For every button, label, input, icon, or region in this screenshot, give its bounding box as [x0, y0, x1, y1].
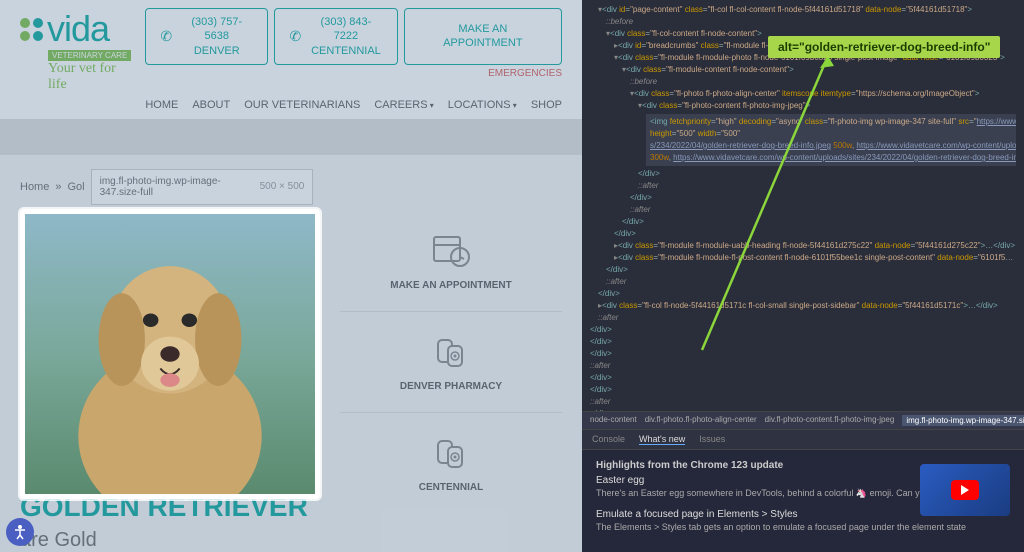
hero-band [0, 119, 582, 155]
crumb-item[interactable]: div.fl-photo.fl-photo-align-center [645, 415, 757, 426]
dom-line[interactable]: ::after [590, 360, 1016, 372]
dom-breadcrumb[interactable]: node-content div.fl-photo.fl-photo-align… [582, 411, 1024, 429]
main-nav: HOME ABOUT OUR VETERINARIANS CAREERS LOC… [145, 99, 562, 111]
crumb-item[interactable]: div.fl-photo-content.fl-photo-img-jpeg [765, 415, 895, 426]
play-icon [951, 480, 979, 500]
crumb-item[interactable]: node-content [590, 415, 637, 426]
tab-console[interactable]: Console [592, 434, 625, 445]
dom-line[interactable]: ::before [590, 16, 1016, 28]
accessibility-icon [12, 524, 28, 540]
accessibility-button[interactable] [6, 518, 34, 546]
drawer-tabs: Console What's new Issues [582, 429, 1024, 449]
emergencies-link[interactable]: EMERGENCIES [488, 68, 562, 79]
dom-line[interactable]: </div> [590, 384, 1016, 396]
sidebar-item-centennial[interactable]: CENTENNIAL [340, 431, 562, 513]
phone-icon: ✆ [160, 28, 172, 45]
tooltip-selector: img.fl-photo-img.wp-image-347.size-full [100, 176, 240, 198]
website-pane: vida VETERINARY CARE Your vet for life ✆… [0, 0, 582, 552]
tab-whatsnew[interactable]: What's new [639, 434, 685, 445]
sidebar-item-appointment[interactable]: MAKE AN APPOINTMENT [340, 229, 562, 312]
sidebar-item-denver-pharmacy[interactable]: DENVER PHARMACY [340, 330, 562, 413]
dom-line[interactable]: </div> [590, 372, 1016, 384]
annotation-arrow [582, 50, 842, 360]
tooltip-dimensions: 500 × 500 [260, 181, 305, 192]
logo-tagline: Your vet for life [48, 61, 135, 93]
dom-line[interactable]: ::after [590, 396, 1016, 408]
breadcrumb: Home » Gol img.fl-photo-img.wp-image-347… [0, 155, 582, 209]
nav-careers[interactable]: CAREERS [374, 99, 433, 111]
logo[interactable]: vida VETERINARY CARE Your vet for life [20, 8, 135, 93]
logo-subtext: VETERINARY CARE [48, 50, 131, 61]
site-header: vida VETERINARY CARE Your vet for life ✆… [0, 0, 582, 119]
logo-dots-icon [20, 18, 43, 41]
featured-image[interactable] [20, 209, 320, 499]
whatsnew-item-desc: The Elements > Styles tab gets an option… [596, 522, 1010, 532]
pharmacy-icon [430, 330, 472, 372]
logo-text: vida [47, 8, 109, 50]
content-row: MAKE AN APPOINTMENT DENVER PHARMACY CENT… [0, 209, 582, 513]
phone-denver-button[interactable]: ✆ (303) 757-5638DENVER [145, 8, 268, 65]
phone-centennial-button[interactable]: ✆ (303) 843-7222CENTENNIAL [274, 8, 397, 65]
breadcrumb-home[interactable]: Home [20, 181, 49, 193]
dom-line[interactable]: ▾<div id="page-content" class="fl-col fl… [590, 4, 1016, 16]
alt-annotation-callout: alt="golden-retriever-dog-breed-info" [768, 36, 1000, 58]
tab-issues[interactable]: Issues [699, 434, 725, 445]
nav-locations[interactable]: LOCATIONS [448, 99, 517, 111]
inspect-tooltip: img.fl-photo-img.wp-image-347.size-full … [91, 169, 314, 205]
whatsnew-panel: Highlights from the Chrome 123 update Ea… [582, 449, 1024, 552]
nav-vets[interactable]: OUR VETERINARIANS [244, 99, 360, 111]
golden-retriever-image [25, 214, 315, 494]
make-appointment-button[interactable]: MAKE AN APPOINTMENT [404, 8, 562, 65]
pharmacy-icon [430, 431, 472, 473]
whatsnew-video[interactable] [920, 464, 1010, 516]
nav-shop[interactable]: SHOP [531, 99, 562, 111]
nav-home[interactable]: HOME [145, 99, 178, 111]
nav-about[interactable]: ABOUT [192, 99, 230, 111]
crumb-item-selected[interactable]: img.fl-photo-img.wp-image-347.size-full [902, 415, 1024, 426]
header-buttons: ✆ (303) 757-5638DENVER ✆ (303) 843-7222C… [145, 8, 562, 65]
calendar-icon [430, 229, 472, 271]
sidebar-column: MAKE AN APPOINTMENT DENVER PHARMACY CENT… [340, 209, 562, 513]
page-titles: GOLDEN RETRIEVER are Gold [20, 491, 308, 552]
page-subtitle: are Gold [20, 529, 308, 552]
phone-icon: ✆ [289, 28, 301, 45]
devtools-pane: ▾<div id="page-content" class="fl-col fl… [582, 0, 1024, 552]
